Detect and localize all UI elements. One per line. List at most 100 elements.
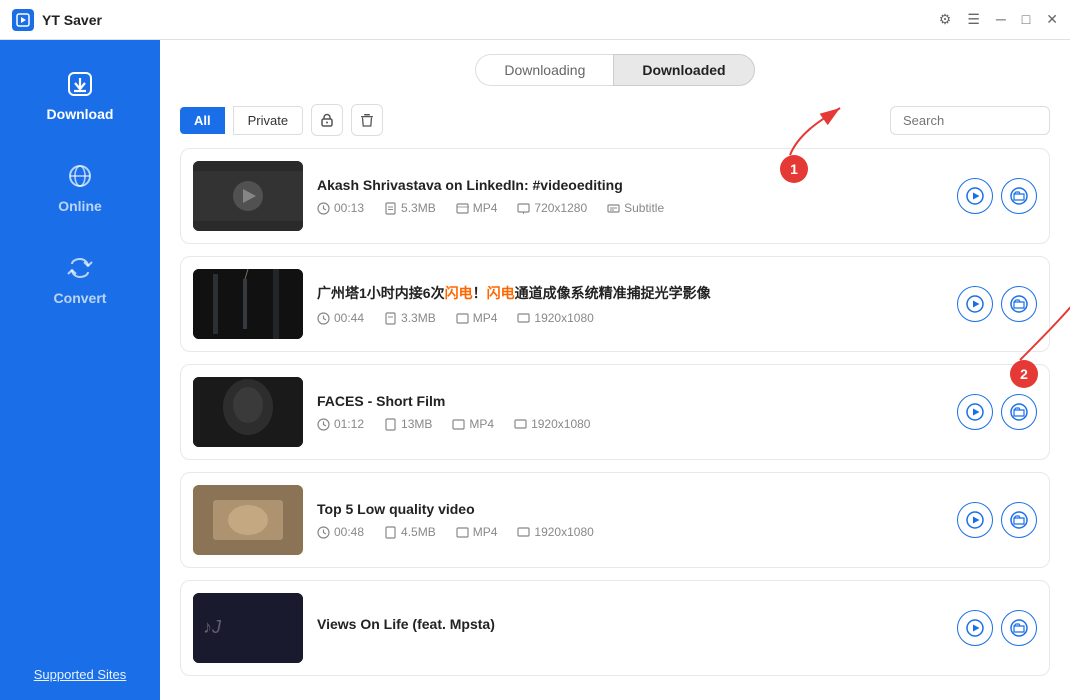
subtitle-icon-1 <box>607 202 620 215</box>
convert-icon <box>66 254 94 282</box>
video-actions-4 <box>957 502 1037 538</box>
folder-button-5[interactable] <box>1001 610 1037 646</box>
video-item-5: ♪J Views On Life (feat. Mpsta) <box>180 580 1050 676</box>
meta-format-2: MP4 <box>456 311 498 325</box>
meta-duration-2: 00:44 <box>317 311 364 325</box>
sidebar-online-label: Online <box>58 198 102 214</box>
play-button-4[interactable] <box>957 502 993 538</box>
video-title-1: Akash Shrivastava on LinkedIn: #videoedi… <box>317 177 943 193</box>
meta-resolution-2: 1920x1080 <box>517 311 593 325</box>
sidebar-convert-label: Convert <box>54 290 107 306</box>
meta-duration-4: 00:48 <box>317 525 364 539</box>
video-meta-2: 00:44 3.3MB MP4 1920x1080 <box>317 311 943 325</box>
folder-icon-5 <box>1010 619 1028 637</box>
play-button-5[interactable] <box>957 610 993 646</box>
lock-button[interactable] <box>311 104 343 136</box>
monitor-icon-1 <box>517 202 530 215</box>
delete-button[interactable] <box>351 104 383 136</box>
play-button-2[interactable] <box>957 286 993 322</box>
format-icon-2 <box>456 312 469 325</box>
meta-format-3: MP4 <box>452 417 494 431</box>
minimize-icon[interactable]: ─ <box>996 11 1006 28</box>
clock-icon-3 <box>317 418 330 431</box>
folder-icon-1 <box>1010 187 1028 205</box>
title-bar: YT Saver ⚙ ☰ ─ □ ✕ <box>0 0 1070 40</box>
video-title-3: FACES - Short Film <box>317 393 943 409</box>
sidebar-download-label: Download <box>47 106 114 122</box>
monitor-icon-3 <box>514 418 527 431</box>
toolbar: All Private <box>160 96 1070 148</box>
filter-all-button[interactable]: All <box>180 107 225 134</box>
folder-button-2[interactable] <box>1001 286 1037 322</box>
online-icon <box>66 162 94 190</box>
app-title: YT Saver <box>42 12 939 28</box>
video-info-3: FACES - Short Film 01:12 13MB MP4 <box>317 393 943 431</box>
folder-button-4[interactable] <box>1001 502 1037 538</box>
video-actions-2 <box>957 286 1037 322</box>
tab-downloaded[interactable]: Downloaded <box>613 54 754 86</box>
video-title-4: Top 5 Low quality video <box>317 501 943 517</box>
folder-icon-3 <box>1010 403 1028 421</box>
meta-size-4: 4.5MB <box>384 525 436 539</box>
folder-icon-4 <box>1010 511 1028 529</box>
thumb-visual-5: ♪J <box>193 593 303 663</box>
download-icon <box>66 70 94 98</box>
video-meta-4: 00:48 4.5MB MP4 1920x1080 <box>317 525 943 539</box>
close-icon[interactable]: ✕ <box>1046 11 1058 28</box>
video-info-1: Akash Shrivastava on LinkedIn: #videoedi… <box>317 177 943 215</box>
video-info-5: Views On Life (feat. Mpsta) <box>317 616 943 640</box>
file-icon-4 <box>384 526 397 539</box>
tab-downloading[interactable]: Downloading <box>475 54 613 86</box>
clock-icon-1 <box>317 202 330 215</box>
meta-resolution-4: 1920x1080 <box>517 525 593 539</box>
video-actions-3 <box>957 394 1037 430</box>
monitor-icon-4 <box>517 526 530 539</box>
format-icon-4 <box>456 526 469 539</box>
menu-icon[interactable]: ☰ <box>967 11 980 28</box>
video-actions-1 <box>957 178 1037 214</box>
filter-private-button[interactable]: Private <box>233 106 303 135</box>
video-item-1: Akash Shrivastava on LinkedIn: #videoedi… <box>180 148 1050 244</box>
logo-icon <box>16 13 30 27</box>
maximize-icon[interactable]: □ <box>1022 11 1030 28</box>
video-thumbnail-4 <box>193 485 303 555</box>
play-button-3[interactable] <box>957 394 993 430</box>
sidebar: Download Online Convert Supported Sites <box>0 40 160 700</box>
meta-duration-1: 00:13 <box>317 201 364 215</box>
file-icon-1 <box>384 202 397 215</box>
video-actions-5 <box>957 610 1037 646</box>
supported-sites-link[interactable]: Supported Sites <box>34 667 127 682</box>
meta-duration-3: 01:12 <box>317 417 364 431</box>
app-body: Download Online Convert Supported Sites <box>0 40 1070 700</box>
video-item-3: FACES - Short Film 01:12 13MB MP4 <box>180 364 1050 460</box>
folder-button-1[interactable] <box>1001 178 1037 214</box>
play-button-1[interactable] <box>957 178 993 214</box>
thumb-visual-1 <box>193 161 303 231</box>
sidebar-bottom: Supported Sites <box>34 666 127 700</box>
play-icon-1 <box>966 187 984 205</box>
video-thumbnail-2 <box>193 269 303 339</box>
sidebar-item-convert[interactable]: Convert <box>0 234 160 326</box>
tab-bar: Downloading Downloaded <box>160 40 1070 96</box>
lock-icon <box>320 113 334 127</box>
video-item-4: Top 5 Low quality video 00:48 4.5MB M <box>180 472 1050 568</box>
window-controls: ⚙ ☰ ─ □ ✕ <box>939 11 1058 28</box>
svg-text:♪J: ♪J <box>203 617 222 637</box>
meta-subtitle-1: Subtitle <box>607 201 664 215</box>
thumb-visual-3 <box>193 377 303 447</box>
video-title-5: Views On Life (feat. Mpsta) <box>317 616 943 632</box>
format-icon-1 <box>456 202 469 215</box>
video-thumbnail-3 <box>193 377 303 447</box>
meta-size-1: 5.3MB <box>384 201 436 215</box>
format-icon-3 <box>452 418 465 431</box>
meta-format-4: MP4 <box>456 525 498 539</box>
folder-icon-2 <box>1010 295 1028 313</box>
settings-icon[interactable]: ⚙ <box>939 11 952 28</box>
video-meta-3: 01:12 13MB MP4 1920x1080 <box>317 417 943 431</box>
thumb-visual-4 <box>193 485 303 555</box>
sidebar-item-online[interactable]: Online <box>0 142 160 234</box>
sidebar-item-download[interactable]: Download <box>0 50 160 142</box>
video-info-2: 广州塔1小时内接6次闪电！闪电通道成像系统精准捕捉光学影像 00:44 3.3M… <box>317 283 943 325</box>
search-input[interactable] <box>890 106 1050 135</box>
folder-button-3[interactable] <box>1001 394 1037 430</box>
